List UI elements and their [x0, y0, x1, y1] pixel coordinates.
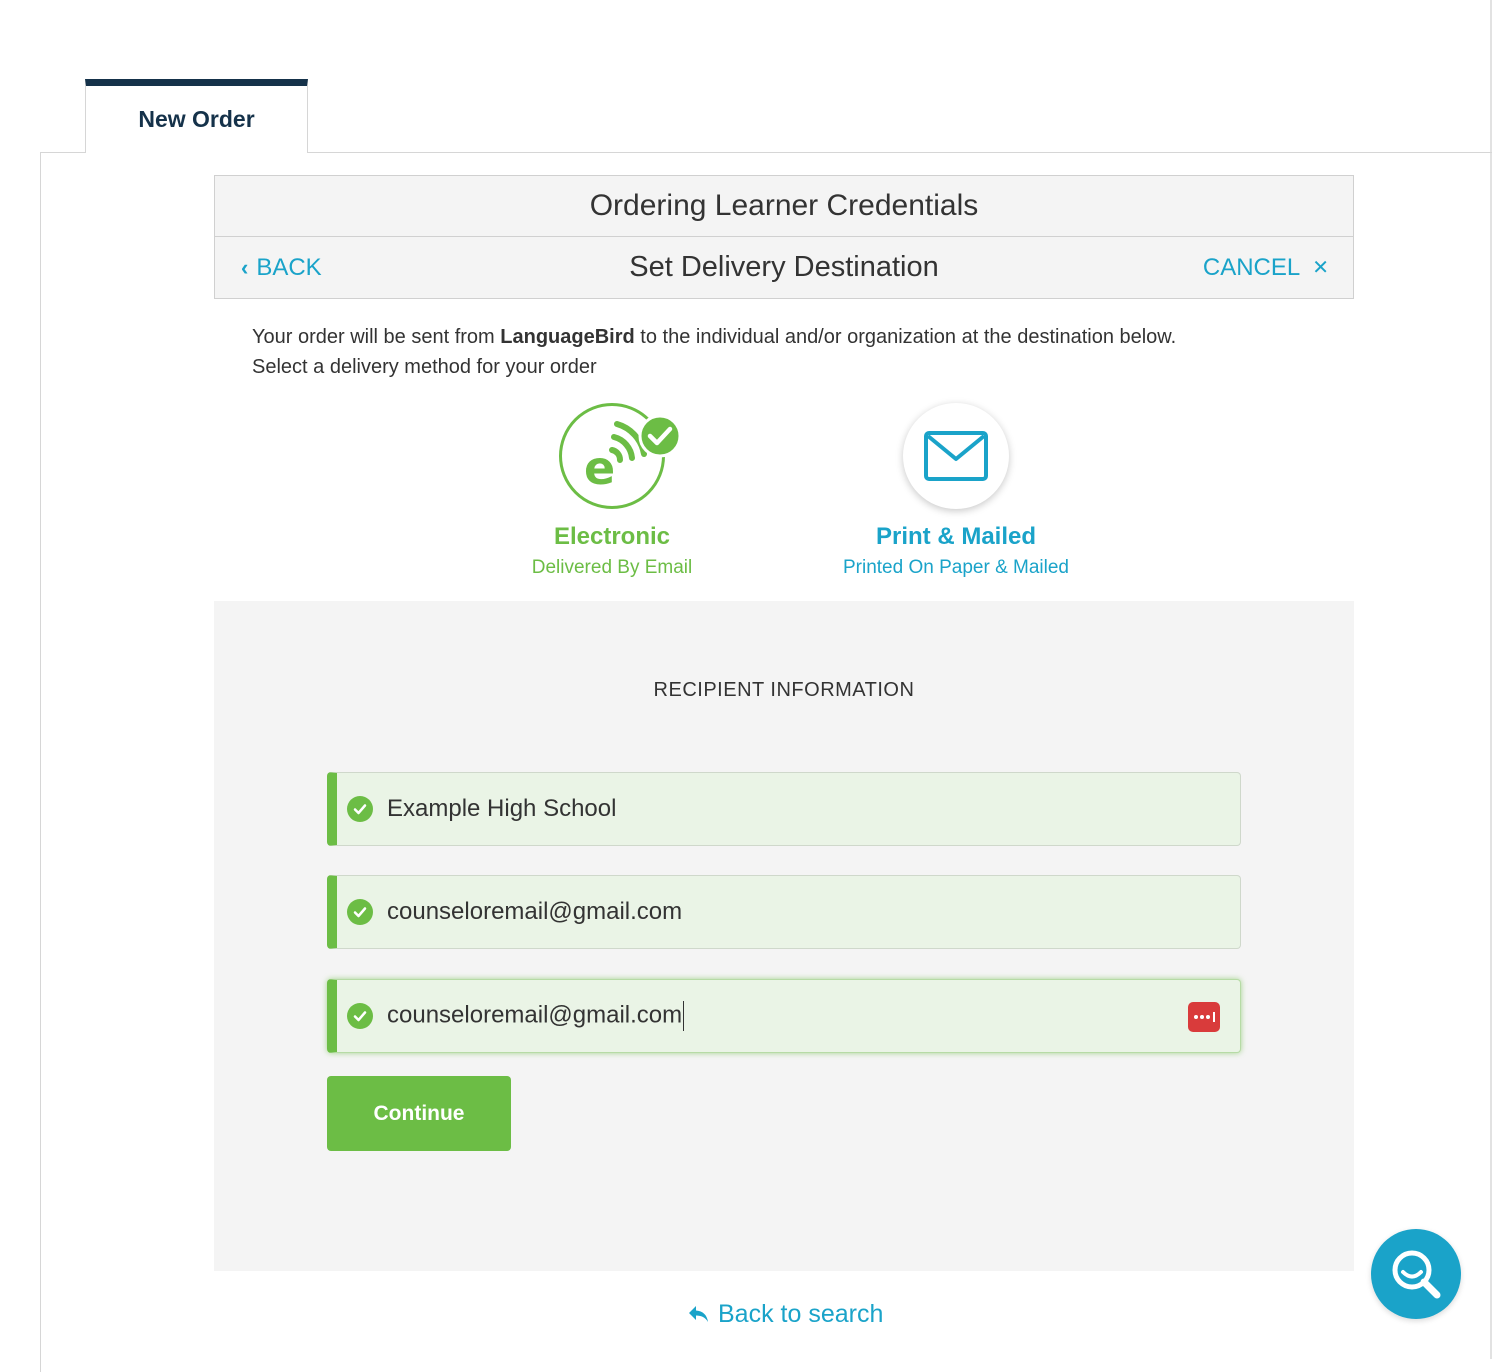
- page-title: Ordering Learner Credentials: [589, 189, 979, 222]
- electronic-option-circle: e: [559, 403, 682, 509]
- password-manager-icon[interactable]: [1188, 1002, 1220, 1032]
- intro-line-1: Your order will be sent from LanguageBir…: [252, 322, 1332, 352]
- back-to-search-label: Back to search: [718, 1299, 884, 1328]
- page-title-bar: Ordering Learner Credentials: [214, 175, 1354, 237]
- delivery-option-print-mailed[interactable]: Print & Mailed Printed On Paper & Mailed: [826, 403, 1086, 579]
- recipient-name-field[interactable]: Example High School: [327, 772, 1241, 846]
- cancel-button[interactable]: CANCEL ✕: [1203, 237, 1329, 298]
- check-circle-icon: [347, 899, 373, 925]
- confirm-email-value-wrap: counseloremail@gmail.com: [387, 1001, 685, 1031]
- recipient-name-value: Example High School: [387, 795, 617, 822]
- continue-button[interactable]: Continue: [327, 1076, 511, 1151]
- mail-sublabel: Printed On Paper & Mailed: [842, 557, 1069, 578]
- electronic-label: Electronic: [553, 523, 671, 550]
- reply-arrow-icon: [689, 1306, 708, 1322]
- intro-text: Your order will be sent from LanguageBir…: [252, 322, 1332, 382]
- recipient-heading: RECIPIENT INFORMATION: [653, 679, 915, 701]
- search-icon: [1392, 1250, 1441, 1299]
- close-icon: ✕: [1312, 257, 1329, 279]
- back-to-search-link[interactable]: Back to search: [688, 1296, 883, 1332]
- mail-option-circle: [903, 403, 1009, 509]
- intro-line-2: Select a delivery method for your order: [252, 356, 597, 378]
- back-button[interactable]: ‹ BACK: [241, 237, 322, 298]
- sender-name: LanguageBird: [500, 326, 635, 348]
- step-title: Set Delivery Destination: [215, 237, 1353, 298]
- back-label: BACK: [256, 253, 322, 281]
- confirm-email-field[interactable]: counseloremail@gmail.com: [327, 979, 1241, 1053]
- selected-check-icon: [638, 414, 682, 458]
- intro-suffix: to the individual and/or organization at…: [634, 326, 1177, 348]
- tab-new-order[interactable]: New Order: [85, 79, 308, 153]
- delivery-option-electronic[interactable]: e Electronic Delivered By Email: [482, 403, 742, 579]
- intro-prefix: Your order will be sent from: [252, 326, 501, 348]
- tab-label: New Order: [138, 106, 255, 132]
- recipient-email-value: counseloremail@gmail.com: [387, 898, 683, 925]
- step-header: Set Delivery Destination ‹ BACK CANCEL ✕: [214, 236, 1354, 299]
- confirm-email-value: counseloremail@gmail.com: [387, 1001, 683, 1029]
- cancel-label: CANCEL: [1202, 253, 1301, 281]
- text-caret: [683, 1001, 685, 1031]
- step-title-text: Set Delivery Destination: [629, 251, 939, 283]
- check-circle-icon: [347, 796, 373, 822]
- recipient-section: RECIPIENT INFORMATION Example High Schoo…: [214, 601, 1354, 1271]
- chevron-left-icon: ‹: [241, 254, 249, 280]
- check-circle-icon: [347, 1003, 373, 1029]
- envelope-icon: [924, 431, 988, 481]
- electronic-sublabel: Delivered By Email: [531, 557, 693, 578]
- mail-label: Print & Mailed: [875, 523, 1037, 550]
- search-help-button[interactable]: [1371, 1229, 1461, 1319]
- recipient-email-field[interactable]: counseloremail@gmail.com: [327, 875, 1241, 949]
